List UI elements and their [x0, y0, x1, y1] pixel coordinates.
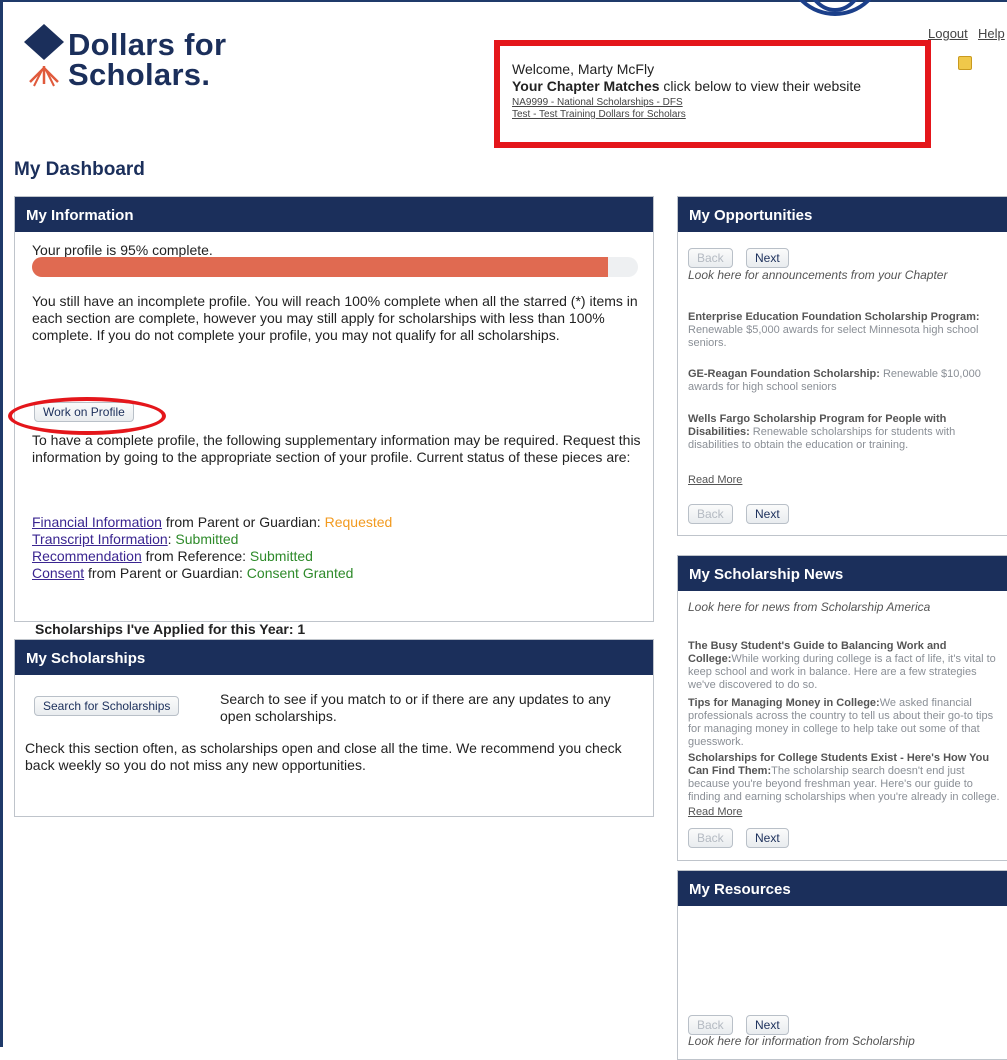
- opportunity-item: Wells Fargo Scholarship Program for Peop…: [688, 413, 956, 451]
- panel-title: My Scholarships: [15, 640, 653, 675]
- corner-emblem-icon: [798, 0, 872, 16]
- news-intro: Look here for news from Scholarship Amer…: [688, 600, 931, 614]
- dollars-for-scholars-logo[interactable]: Dollars for Scholars.: [20, 20, 260, 100]
- panel-title: My Information: [15, 197, 653, 232]
- status-badge: Requested: [324, 514, 393, 530]
- my-scholarship-news-panel: My Scholarship News Look here for news f…: [677, 555, 1007, 861]
- status-row-recommendation: Recommendation from Reference: Submitted: [32, 548, 313, 564]
- incomplete-profile-text: You still have an incomplete profile. Yo…: [32, 293, 638, 343]
- consent-link[interactable]: Consent: [32, 565, 84, 581]
- status-badge: Submitted: [175, 531, 239, 547]
- logo-mark-icon: [24, 24, 64, 87]
- transcript-information-link[interactable]: Transcript Information: [32, 531, 168, 547]
- lock-icon[interactable]: [958, 56, 972, 70]
- my-opportunities-panel: My Opportunities Back Next Look here for…: [677, 196, 1007, 536]
- my-resources-panel: My Resources Back Next Look here for inf…: [677, 870, 1007, 1060]
- next-button[interactable]: Next: [746, 504, 789, 524]
- panel-title: My Opportunities: [678, 197, 1007, 232]
- supplementary-status-list: Financial Information from Parent or Gua…: [32, 514, 642, 582]
- status-row-financial: Financial Information from Parent or Gua…: [32, 514, 393, 530]
- progress-fill: [32, 257, 608, 277]
- status-badge: Consent Granted: [246, 565, 354, 581]
- logout-link[interactable]: Logout: [928, 26, 968, 41]
- work-on-profile-highlight: [8, 397, 166, 435]
- search-description: Search to see if you match to or if ther…: [220, 691, 611, 724]
- news-item: The Busy Student's Guide to Balancing Wo…: [688, 640, 996, 691]
- back-button[interactable]: Back: [688, 248, 733, 268]
- chapter-matches-highlight: Welcome, Marty McFly Your Chapter Matche…: [494, 40, 931, 148]
- welcome-text: Welcome, Marty McFly: [512, 61, 655, 77]
- financial-information-link[interactable]: Financial Information: [32, 514, 162, 530]
- back-button[interactable]: Back: [688, 828, 733, 848]
- next-button[interactable]: Next: [746, 1015, 789, 1035]
- news-item: Tips for Managing Money in College:We as…: [688, 697, 994, 748]
- search-for-scholarships-button[interactable]: Search for Scholarships: [34, 696, 180, 716]
- read-more-link[interactable]: Read More: [688, 474, 742, 486]
- chapter-link[interactable]: NA9999 - National Scholarships - DFS: [512, 97, 683, 108]
- news-item: Scholarships for College Students Exist …: [688, 752, 1000, 803]
- status-row-consent: Consent from Parent or Guardian: Consent…: [32, 565, 354, 581]
- opportunity-item: GE-Reagan Foundation Scholarship: Renewa…: [688, 368, 981, 393]
- resources-intro: Look here for information from Scholarsh…: [688, 1034, 915, 1048]
- page-title: My Dashboard: [14, 159, 145, 180]
- my-scholarships-panel: My Scholarships Search for Scholarships …: [14, 639, 654, 817]
- opportunities-intro: Look here for announcements from your Ch…: [688, 268, 948, 282]
- logo-text: Dollars for Scholars.: [68, 27, 227, 92]
- back-button[interactable]: Back: [688, 1015, 733, 1035]
- read-more-link[interactable]: Read More: [688, 806, 742, 818]
- panel-title: My Scholarship News: [678, 556, 1007, 591]
- panel-title: My Resources: [678, 871, 1007, 906]
- back-button[interactable]: Back: [688, 504, 733, 524]
- supplementary-info-text: To have a complete profile, the followin…: [32, 432, 641, 465]
- scholarships-applied-count: Scholarships I've Applied for this Year:…: [35, 621, 306, 637]
- profile-progress-bar: [32, 257, 638, 277]
- status-badge: Submitted: [249, 548, 313, 564]
- check-often-text: Check this section often, as scholarship…: [25, 740, 622, 773]
- window-frame-left: [0, 0, 3, 1047]
- next-button[interactable]: Next: [746, 248, 789, 268]
- status-row-transcript: Transcript Information: Submitted: [32, 531, 239, 547]
- chapter-matches-heading: Your Chapter Matches click below to view…: [512, 78, 862, 94]
- help-link[interactable]: Help: [978, 26, 1005, 41]
- chapter-link[interactable]: Test - Test Training Dollars for Scholar…: [512, 109, 686, 120]
- recommendation-link[interactable]: Recommendation: [32, 548, 142, 564]
- opportunity-item: Enterprise Education Foundation Scholars…: [688, 311, 980, 349]
- next-button[interactable]: Next: [746, 828, 789, 848]
